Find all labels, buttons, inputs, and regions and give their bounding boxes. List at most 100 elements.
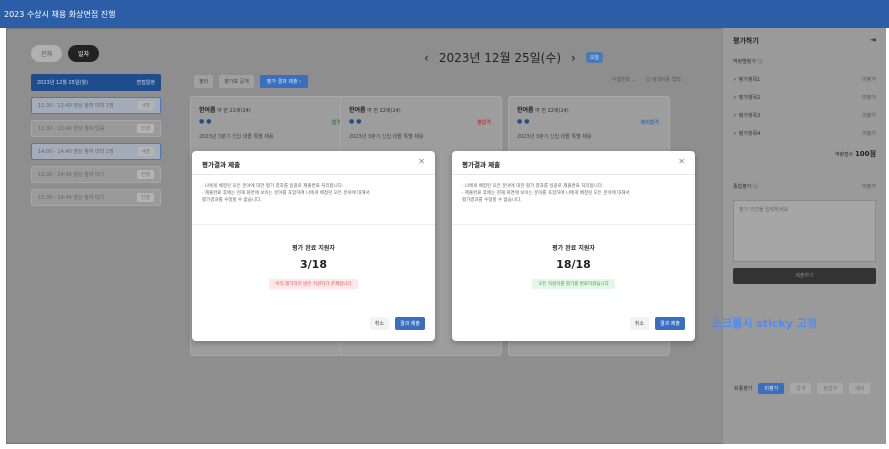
slot-time: 11:30 - 12:40 <box>38 126 72 132</box>
overall-eval-select[interactable]: 미평가 <box>862 183 876 190</box>
modal-note: 평가결과를 수정할 수 없습니다. <box>462 198 522 203</box>
eval-submit-button[interactable]: 제출하기 <box>733 268 876 284</box>
evaluation-panel: 평가하기 ⇥ 역량별평가 ⓘ ✓ 평가항목1 미평가 ✓ 평가항목2 미평가 ✓… <box>722 28 886 444</box>
eval-item-select[interactable]: 미평가 <box>862 94 876 101</box>
eval-item-label: 평가항목1 <box>738 77 761 83</box>
rating-dots-icon: ●● <box>199 118 214 125</box>
overall-eval[interactable]: 종합평가 ⓘ 미평가 <box>733 183 876 190</box>
slot-time: 13:30 - 14:40 <box>38 195 72 201</box>
section-title: 역량별평가 ⓘ <box>733 59 763 65</box>
total-score-value: 100점 <box>854 150 876 158</box>
modal-note: · 나에게 배정된 모든 분야에 대한 평가 결과를 일괄로 제출완료 처리합니… <box>202 184 344 189</box>
cancel-button[interactable]: 취소 <box>369 317 389 330</box>
search-input[interactable]: Q 검색어를 입력 <box>646 76 681 83</box>
eval-list-button[interactable]: 평가표 공개 <box>219 75 254 88</box>
time-slot[interactable]: 11:30 - 12:40 영상 참여 대학 1명 4명 <box>31 97 161 114</box>
date-title: 2023년 12월 25일(수) <box>438 51 562 65</box>
date-group-header[interactable]: 2023년 12월 25일(월) 면접일정 <box>31 74 161 91</box>
slot-note: 영상 참여 대학 1명 <box>73 103 114 109</box>
slot-badge: 4명 <box>138 147 154 156</box>
sticky-annotation: 스크롤시 sticky 고정 <box>712 317 817 330</box>
final-option[interactable]: 불합격 <box>817 383 844 394</box>
modal-title: 평가결과 제출 <box>202 161 241 169</box>
eval-item-select[interactable]: 미평가 <box>862 112 876 119</box>
applicant-meta: 여 만 22세(24) <box>217 108 251 114</box>
tab-by-date[interactable]: 일자 <box>68 45 100 62</box>
slot-badge: 진행 <box>136 170 154 179</box>
eval-item-label: 평가항목3 <box>738 113 761 119</box>
slot-note: 영상 참여 대학 1명 <box>73 149 114 155</box>
slot-time: 14:00 - 14:40 <box>38 149 72 155</box>
time-slot[interactable]: 13:30 - 14:40 영상 참여 대기 진행 <box>31 189 161 206</box>
collapse-icon[interactable]: ⇥ <box>870 36 876 46</box>
time-slot[interactable]: 11:30 - 12:40 영상 참여 없음 진행 <box>31 120 161 137</box>
card-desc: 2023년 3분기 신입 대졸 특별 채용 <box>517 134 592 140</box>
count-label: 평가 완료 지원자 <box>292 245 335 252</box>
count-value: 18/18 <box>556 258 591 271</box>
slot-note: 영상 참여 없음 <box>73 126 105 132</box>
modal-body: 평가 완료 지원자 18/18 모든 지원자를 평가를 완료하였습니다 <box>452 225 695 305</box>
eval-item[interactable]: ✓ 평가항목3 미평가 <box>733 112 876 119</box>
date-group-label: 2023년 12월 25일(월) <box>37 80 88 86</box>
final-eval-row: 최종평가 미평가 합격 불합격 예비 <box>734 383 871 394</box>
modal-notes: · 나에게 배정된 모든 분야에 대한 평가 결과를 일괄로 제출완료 처리합니… <box>192 175 435 225</box>
tab-all[interactable]: 전체 <box>31 45 63 62</box>
prev-date-icon[interactable]: ‹ <box>424 51 429 65</box>
date-group-badge: 면접일정 <box>136 80 155 86</box>
modal-note: · 나에게 배정된 모든 분야에 대한 평가 결과를 일괄로 제출완료 처리합니… <box>462 184 604 189</box>
applicant-meta: 여 만 22세(24) <box>367 108 401 114</box>
memo-textarea[interactable]: 평가 의견을 입력하세요 <box>733 200 876 262</box>
eval-item[interactable]: ✓ 평가항목4 미평가 <box>733 130 876 137</box>
applicant-name: 한여름 <box>349 107 366 114</box>
slot-time: 13:30 - 14:40 <box>38 172 72 178</box>
time-slot[interactable]: 13:30 - 14:40 영상 참여 대기 진행 <box>31 166 161 183</box>
slot-note: 영상 참여 대기 <box>73 172 105 178</box>
status-badge: 아직 평가하지 않은 지원자가 존재합니다 <box>269 279 358 289</box>
app-title: 2023 수상시 채용 화상면접 진행 <box>4 10 116 19</box>
filter-button[interactable]: 필터 <box>194 75 214 88</box>
modal-notes: · 나에게 배정된 모든 분야에 대한 평가 결과를 일괄로 제출완료 처리합니… <box>452 175 695 225</box>
modal-note: 평가결과를 수정할 수 없습니다. <box>202 198 262 203</box>
slot-badge: 진행 <box>136 124 154 133</box>
submit-modal-complete: 평가결과 제출 ✕ · 나에게 배정된 모든 분야에 대한 평가 결과를 일괄로… <box>452 151 695 341</box>
modal-body: 평가 완료 지원자 3/18 아직 평가하지 않은 지원자가 존재합니다 <box>192 225 435 305</box>
next-date-icon[interactable]: › <box>571 51 576 65</box>
submit-results-button[interactable]: 평가 결과 제출 › <box>259 75 309 88</box>
rating-dots-icon: ●● <box>349 118 364 125</box>
final-option[interactable]: 합격 <box>790 383 812 394</box>
applicant-name: 한여름 <box>517 107 534 114</box>
submit-button[interactable]: 결과 제출 <box>655 317 685 330</box>
overall-eval-label: 종합평가 ⓘ <box>733 184 758 190</box>
submit-button[interactable]: 결과 제출 <box>395 317 425 330</box>
card-desc: 2023년 3분기 신입 대졸 특별 채용 <box>199 134 274 140</box>
sort-dropdown[interactable]: 수험번호 ⌄ <box>612 76 636 83</box>
eval-item-label: 평가항목4 <box>738 131 761 137</box>
slot-note: 영상 참여 대기 <box>73 195 105 201</box>
close-icon[interactable]: ✕ <box>418 158 425 166</box>
sort-search: 수험번호 ⌄ Q 검색어를 입력 <box>612 76 681 83</box>
cancel-button[interactable]: 취소 <box>629 317 649 330</box>
eval-item[interactable]: ✓ 평가항목1 미평가 <box>733 76 876 83</box>
modal-note: · 제출완료 후에는 현재 화면에 보이는 분야를 포함하여 나에게 배정된 모… <box>462 191 630 196</box>
final-option[interactable]: 미평가 <box>758 383 785 394</box>
eval-item-select[interactable]: 미평가 <box>862 76 876 83</box>
modal-title: 평가결과 제출 <box>462 161 501 169</box>
slot-badge: 4명 <box>138 101 154 110</box>
eval-item[interactable]: ✓ 평가항목2 미평가 <box>733 94 876 101</box>
result-label: 예비합격 <box>640 120 659 126</box>
date-sidebar: 전체 일자 2023년 12월 25일(월) 면접일정 11:30 - 12:4… <box>31 45 161 206</box>
time-slot[interactable]: 14:00 - 14:40 영상 참여 대학 1명 4명 <box>31 143 161 160</box>
eval-item-select[interactable]: 미평가 <box>862 130 876 137</box>
final-eval-label: 최종평가 <box>734 386 753 392</box>
count-value: 3/18 <box>300 258 327 271</box>
modal-note: · 제출완료 후에는 현재 화면에 보이는 분야를 포함하여 나에게 배정된 모… <box>202 191 370 196</box>
card-desc: 2023년 3분기 신입 대졸 특별 채용 <box>349 134 424 140</box>
result-label: 불합격 <box>477 120 491 126</box>
submit-modal-incomplete: 평가결과 제출 ✕ · 나에게 배정된 모든 분야에 대한 평가 결과를 일괄로… <box>192 151 435 341</box>
today-badge[interactable]: 오늘 <box>585 52 604 63</box>
final-option[interactable]: 예비 <box>849 383 871 394</box>
eval-item-label: 평가항목2 <box>738 95 761 101</box>
view-toggle: 전체 일자 <box>31 45 161 62</box>
close-icon[interactable]: ✕ <box>678 158 685 166</box>
date-navigator: ‹ 2023년 12월 25일(수) › 오늘 <box>424 49 604 66</box>
